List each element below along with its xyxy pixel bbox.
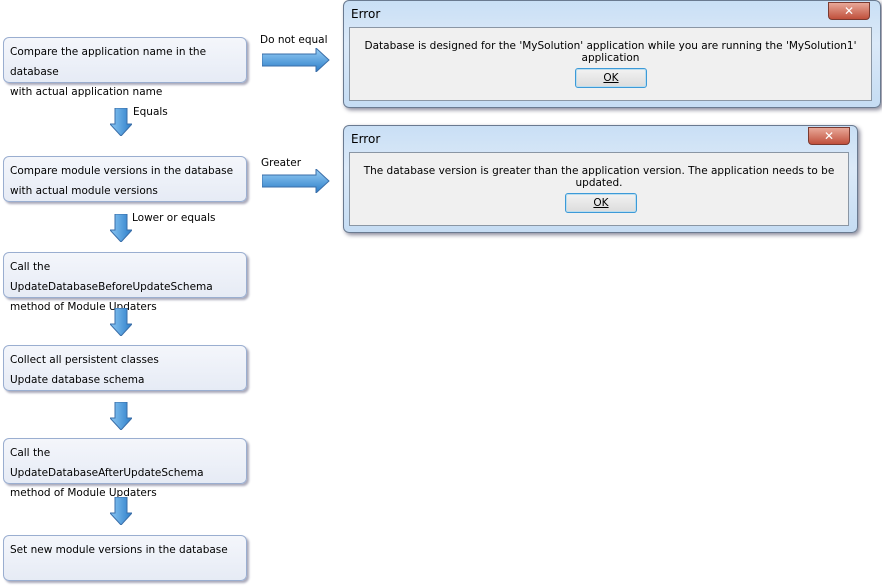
label-do-not-equal: Do not equal bbox=[260, 34, 328, 46]
step-update-schema: Collect all persistent classes Update dat… bbox=[3, 345, 247, 391]
error-dialog-app-name: Error ✕ Database is designed for the 'My… bbox=[343, 0, 881, 108]
dialog-message: Database is designed for the 'MySolution… bbox=[364, 40, 857, 64]
step-text: Update database schema bbox=[10, 374, 145, 386]
step-text: Call the UpdateDatabaseBeforeUpdateSchem… bbox=[10, 261, 213, 293]
close-button[interactable]: ✕ bbox=[828, 2, 870, 20]
dialog-message: The database version is greater than the… bbox=[363, 165, 835, 189]
step-update-before-schema: Call the UpdateDatabaseBeforeUpdateSchem… bbox=[3, 252, 247, 313]
label-greater: Greater bbox=[261, 157, 302, 169]
step-compare-app-name: Compare the application name in the data… bbox=[3, 37, 247, 98]
step-text: Collect all persistent classes bbox=[10, 354, 159, 366]
ok-button[interactable]: OK bbox=[565, 193, 637, 213]
step-compare-module-versions: Compare module versions in the database w… bbox=[3, 156, 247, 202]
close-button[interactable]: ✕ bbox=[808, 127, 850, 145]
step-text: with actual application name bbox=[10, 86, 163, 98]
step-text: Compare the application name in the data… bbox=[10, 46, 207, 78]
label-equals: Equals bbox=[133, 106, 168, 118]
dialog-body: The database version is greater than the… bbox=[349, 152, 849, 226]
step-text: with actual module versions bbox=[10, 185, 158, 197]
dialog-title: Error bbox=[351, 7, 381, 21]
dialog-title: Error bbox=[351, 132, 381, 146]
arrow-down-icon bbox=[110, 402, 132, 430]
step-text: Set new module versions in the database bbox=[10, 544, 228, 556]
step-set-module-versions: Set new module versions in the database bbox=[3, 535, 247, 581]
step-text: Compare module versions in the database bbox=[10, 165, 234, 177]
step-text: Call the UpdateDatabaseAfterUpdateSchema bbox=[10, 447, 204, 479]
arrow-down-icon bbox=[110, 108, 132, 136]
dialog-body: Database is designed for the 'MySolution… bbox=[349, 27, 872, 101]
step-update-after-schema: Call the UpdateDatabaseAfterUpdateSchema… bbox=[3, 438, 247, 499]
arrow-down-icon bbox=[110, 308, 132, 336]
arrow-right-icon bbox=[262, 48, 330, 72]
arrow-right-icon bbox=[262, 169, 330, 193]
label-lower-or-equals: Lower or equals bbox=[132, 212, 216, 224]
ok-button[interactable]: OK bbox=[575, 68, 647, 88]
error-dialog-version: Error ✕ The database version is greater … bbox=[343, 125, 858, 233]
arrow-down-icon bbox=[110, 497, 132, 525]
arrow-down-icon bbox=[110, 214, 132, 242]
